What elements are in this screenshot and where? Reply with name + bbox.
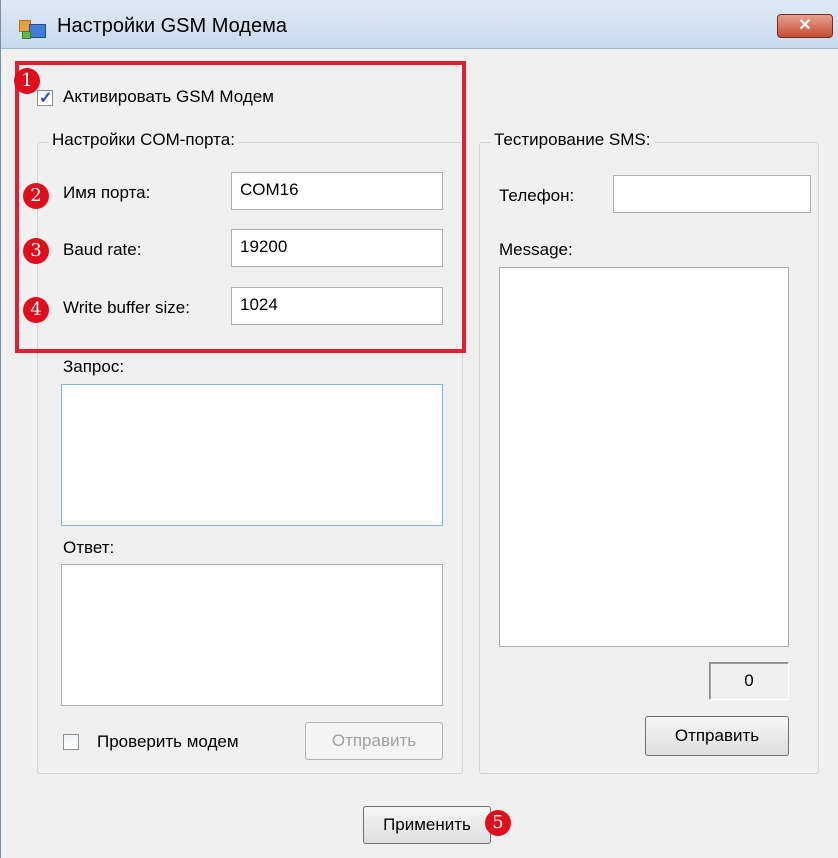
sms-test-legend: Тестирование SMS: [491, 130, 654, 150]
apply-button[interactable]: Применить [363, 806, 491, 844]
request-textarea[interactable] [61, 384, 443, 526]
annotation-marker-5: 5 [485, 810, 511, 836]
close-button[interactable]: ✕ [777, 14, 833, 38]
message-label: Message: [499, 240, 573, 259]
response-textarea[interactable] [61, 564, 443, 706]
annotation-marker-4: 4 [23, 297, 49, 323]
annotation-highlight-box [15, 61, 466, 353]
check-modem-label: Проверить модем [97, 732, 239, 751]
annotation-marker-1: 1 [14, 68, 40, 94]
title-bar: Настройки GSM Модема ✕ [1, 0, 838, 49]
com-send-button[interactable]: Отправить [305, 722, 443, 760]
phone-input[interactable] [613, 175, 811, 213]
app-window-icon [19, 18, 47, 39]
annotation-marker-3: 3 [23, 238, 49, 264]
annotation-marker-2: 2 [23, 183, 49, 209]
response-label: Ответ: [63, 538, 115, 557]
window-title: Настройки GSM Модема [57, 15, 287, 37]
gsm-modem-settings-window: Настройки GSM Модема ✕ ✓ Активировать GS… [0, 0, 838, 858]
char-count-display: 0 [709, 662, 789, 700]
sms-send-button[interactable]: Отправить [645, 716, 789, 756]
message-textarea[interactable] [499, 267, 789, 647]
phone-label: Телефон: [499, 186, 575, 205]
check-modem-checkbox[interactable] [63, 734, 79, 750]
request-label: Запрос: [63, 357, 125, 376]
close-icon: ✕ [798, 17, 812, 34]
